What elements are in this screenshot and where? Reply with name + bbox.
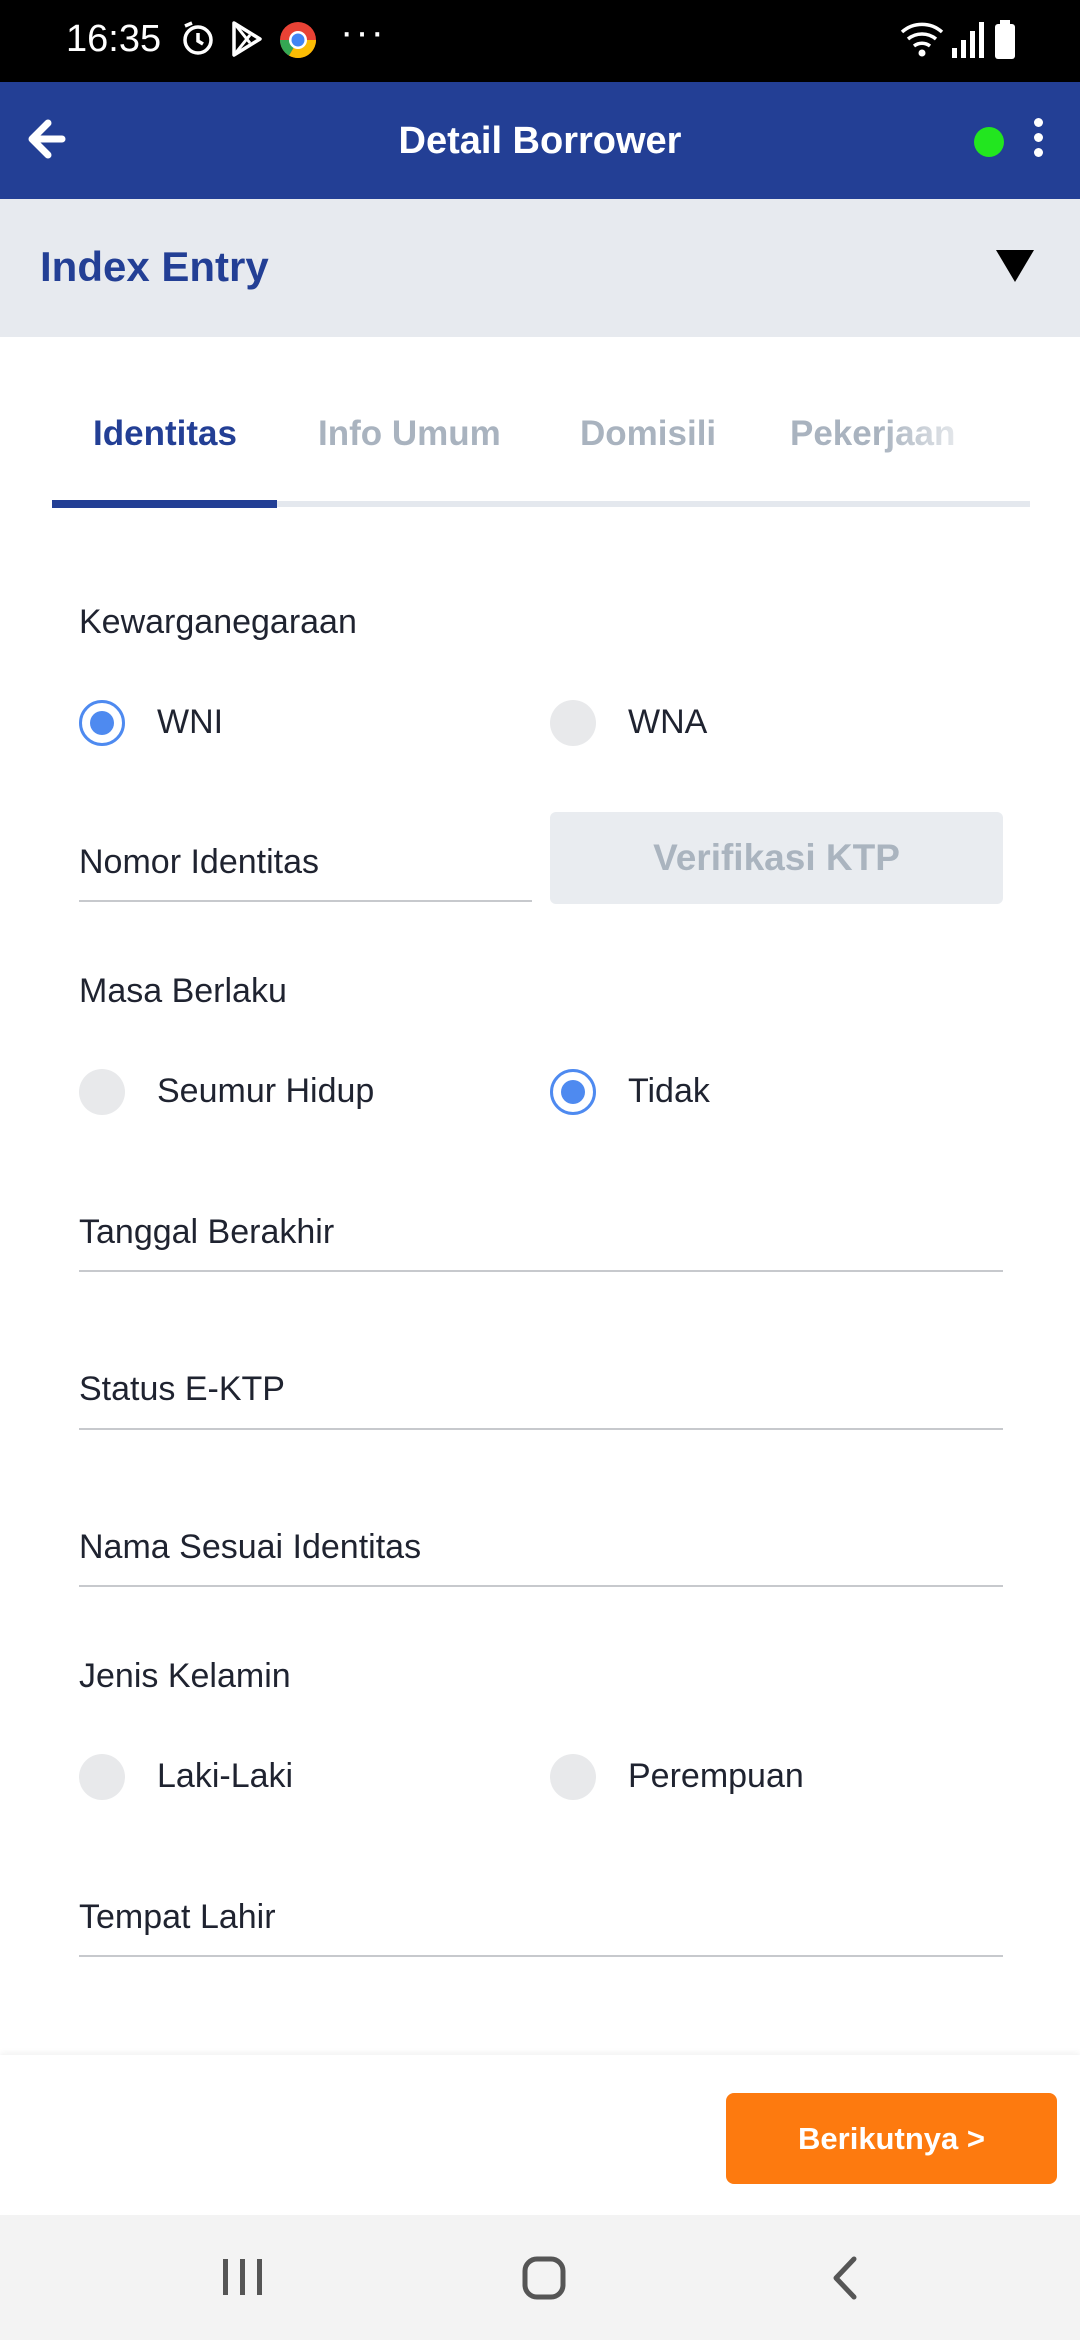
- citizenship-label: Kewarganegaraan: [79, 603, 357, 641]
- radio-seumur-hidup[interactable]: [79, 1069, 125, 1115]
- more-notifications-icon: ···: [340, 10, 386, 54]
- dropdown-triangle-icon[interactable]: [996, 250, 1034, 282]
- ektp-status-underline: [79, 1428, 1003, 1430]
- page-title: Detail Borrower: [398, 120, 682, 162]
- wifi-icon: [900, 22, 944, 57]
- tab-identitas[interactable]: Identitas: [93, 414, 237, 454]
- recent-apps-icon[interactable]: [218, 2255, 268, 2299]
- birth-place-underline: [79, 1955, 1003, 1957]
- home-icon[interactable]: [521, 2255, 567, 2301]
- status-time: 16:35: [66, 18, 162, 60]
- end-date-field[interactable]: Tanggal Berakhir: [79, 1213, 334, 1252]
- radio-laki-laki-label[interactable]: Laki-Laki: [157, 1757, 293, 1796]
- end-date-underline: [79, 1270, 1003, 1272]
- radio-tidak-label[interactable]: Tidak: [628, 1072, 710, 1111]
- tab-overflow-fade: [880, 395, 990, 475]
- radio-wni[interactable]: [79, 700, 125, 746]
- online-status-dot: [974, 127, 1004, 157]
- back-nav-icon[interactable]: [828, 2255, 862, 2301]
- index-entry-header[interactable]: Index Entry: [0, 199, 1080, 337]
- chrome-icon: [280, 22, 316, 59]
- radio-wni-label[interactable]: WNI: [157, 703, 223, 742]
- birth-place-field[interactable]: Tempat Lahir: [79, 1898, 276, 1937]
- radio-wna[interactable]: [550, 700, 596, 746]
- tab-domisili[interactable]: Domisili: [580, 414, 716, 454]
- name-underline: [79, 1585, 1003, 1587]
- overflow-menu-icon[interactable]: [1030, 118, 1046, 162]
- signal-icon: [952, 22, 984, 58]
- radio-perempuan[interactable]: [550, 1754, 596, 1800]
- verify-ktp-button[interactable]: Verifikasi KTP: [550, 812, 1003, 904]
- section-title: Index Entry: [40, 243, 269, 290]
- radio-seumur-hidup-label[interactable]: Seumur Hidup: [157, 1072, 374, 1111]
- radio-tidak[interactable]: [550, 1069, 596, 1115]
- radio-laki-laki[interactable]: [79, 1754, 125, 1800]
- name-field[interactable]: Nama Sesuai Identitas: [79, 1528, 421, 1567]
- battery-icon: [995, 20, 1015, 59]
- gender-label: Jenis Kelamin: [79, 1657, 291, 1695]
- validity-label: Masa Berlaku: [79, 972, 287, 1010]
- alarm-sync-icon: [183, 21, 213, 55]
- app-bar: Detail Borrower: [0, 82, 1080, 199]
- ektp-status-field[interactable]: Status E-KTP: [79, 1370, 285, 1409]
- play-store-icon: [232, 21, 262, 57]
- id-number-field[interactable]: Nomor Identitas: [79, 843, 319, 882]
- status-bar: 16:35 ···: [0, 0, 1080, 82]
- tab-info-umum[interactable]: Info Umum: [318, 414, 501, 454]
- next-button[interactable]: Berikutnya >: [726, 2093, 1057, 2184]
- radio-perempuan-label[interactable]: Perempuan: [628, 1757, 804, 1796]
- radio-wna-label[interactable]: WNA: [628, 703, 707, 742]
- id-number-underline: [79, 900, 532, 902]
- tab-active-indicator: [52, 500, 277, 508]
